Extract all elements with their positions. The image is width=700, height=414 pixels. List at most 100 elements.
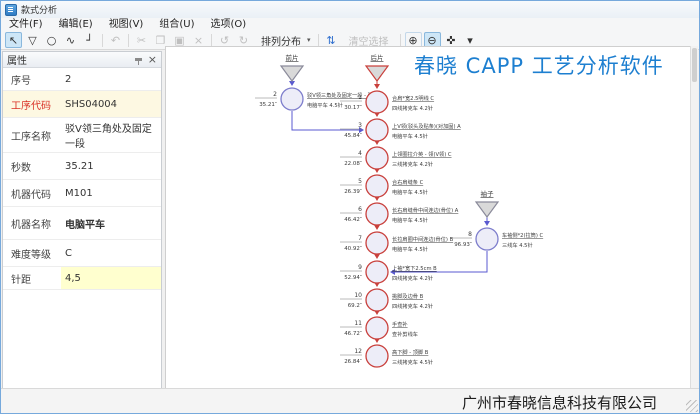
pin-icon[interactable] — [135, 58, 142, 61]
node-seconds: 96.93″ — [454, 242, 472, 248]
property-row-1[interactable]: 工序代码SHS04004 — [3, 91, 161, 118]
node-machine: 三线拷克车 4.2针 — [392, 160, 433, 168]
node-seconds: 26.84″ — [344, 359, 362, 365]
property-grid: 序号2工序代码SHS04004工序名称驳V领三角处及固定一段秒数35.21机器代… — [3, 68, 161, 290]
node-number: 9 — [358, 264, 362, 271]
property-value[interactable]: 35.21 — [61, 153, 161, 179]
close-icon[interactable]: × — [148, 55, 157, 65]
property-row-0[interactable]: 序号2 — [3, 68, 161, 91]
node-seconds: 35.21″ — [259, 102, 277, 108]
node-seconds: 40.92″ — [344, 246, 362, 252]
process-node-11[interactable] — [366, 317, 388, 339]
process-node-7[interactable] — [366, 232, 388, 254]
app-window: 款式分析 文件(F)编辑(E)视图(V)组合(U)选项(O) ↖▽○∿┘↶✂❐▣… — [0, 0, 700, 414]
circle-tool-icon[interactable]: ○ — [43, 32, 60, 48]
process-node-5[interactable] — [366, 175, 388, 197]
node-process-name: 上V领(驳头及贴条)(对加固) A — [392, 122, 461, 130]
app-icon — [5, 4, 17, 16]
triangle-tool-icon[interactable]: ▽ — [24, 32, 41, 48]
menu-item-4[interactable]: 选项(O) — [202, 18, 254, 31]
property-label: 机器名称 — [3, 207, 61, 239]
branch-label-back: 后片 — [371, 53, 384, 62]
property-row-5[interactable]: 机器名称电脑平车 — [3, 207, 161, 240]
property-value[interactable]: 驳V领三角处及固定一段 — [61, 118, 161, 152]
material-triangle-front[interactable] — [281, 66, 303, 81]
node-machine: 电脑平车 4.5针 — [392, 216, 428, 224]
status-bar: 广州市春晓信息科技有限公司 — [1, 388, 699, 413]
node-number: 7 — [358, 235, 362, 242]
property-value[interactable]: C — [61, 240, 161, 266]
node-number: 12 — [354, 348, 362, 355]
property-row-4[interactable]: 机器代码M101 — [3, 180, 161, 207]
resize-grip[interactable] — [686, 400, 698, 412]
node-process-name: 挑脚及边骨 B — [392, 292, 424, 300]
flow-elbow-edge — [292, 111, 363, 130]
property-value[interactable]: 电脑平车 — [61, 207, 161, 239]
node-machine: 电脑平车 4.5针 — [392, 188, 428, 196]
menu-item-3[interactable]: 组合(U) — [151, 18, 202, 31]
select-tool-icon[interactable]: ↖ — [5, 32, 22, 48]
node-seconds: 46.72″ — [344, 331, 362, 337]
node-seconds: 52.94″ — [344, 275, 362, 281]
material-triangle-back[interactable] — [366, 66, 388, 81]
toolbar-separator — [102, 34, 103, 47]
property-row-6[interactable]: 难度等级C — [3, 240, 161, 267]
material-triangle-sleeve[interactable] — [476, 202, 498, 217]
branch-label-sleeve: 袖子 — [481, 189, 495, 198]
process-node-9[interactable] — [366, 261, 388, 283]
node-process-name: 高下脚 - 顶脚 B — [392, 348, 429, 356]
menu-bar: 文件(F)编辑(E)视图(V)组合(U)选项(O) — [1, 18, 699, 31]
property-value[interactable]: 4,5 — [61, 267, 161, 289]
diagram-canvas[interactable]: 春晓 CAPP 工艺分析软件 前片后片袖子235.21″驳V领三角处及固定一段 … — [165, 46, 692, 390]
node-process-name: 合右肩缝条 C — [392, 178, 424, 186]
process-node-1[interactable] — [366, 91, 388, 113]
property-label: 工序名称 — [3, 118, 61, 152]
connector-tool-icon[interactable]: ┘ — [81, 32, 98, 48]
property-row-3[interactable]: 秒数35.21 — [3, 153, 161, 180]
property-label: 序号 — [3, 68, 61, 90]
branch-label-front: 前片 — [286, 53, 299, 62]
process-node-12[interactable] — [366, 345, 388, 367]
node-number: 4 — [358, 150, 362, 157]
node-process-name: 手查补 — [392, 320, 408, 328]
property-label: 秒数 — [3, 153, 61, 179]
property-label: 难度等级 — [3, 240, 61, 266]
properties-panel-header: 属性 × — [3, 52, 161, 68]
node-process-name: 长拉肩圈中间连边(骨位) B — [392, 235, 454, 243]
node-process-name: 上领圈拉介英 - 领(V领) C — [392, 150, 452, 158]
node-machine: 四线拷克车 4.2针 — [392, 104, 433, 112]
menu-item-2[interactable]: 视图(V) — [101, 18, 152, 31]
vertical-scrollbar[interactable] — [690, 46, 698, 390]
property-label: 针距 — [3, 267, 61, 289]
node-number: 8 — [468, 231, 472, 238]
node-machine: 四线拷克车 4.2针 — [392, 302, 433, 310]
process-node-2[interactable] — [281, 88, 303, 110]
menu-item-0[interactable]: 文件(F) — [1, 18, 51, 31]
curve-tool-icon[interactable]: ∿ — [62, 32, 79, 48]
node-seconds: 26.39″ — [344, 189, 362, 195]
scrollbar-thumb[interactable] — [692, 48, 697, 82]
node-seconds: 46.42″ — [344, 217, 362, 223]
property-row-2[interactable]: 工序名称驳V领三角处及固定一段 — [3, 118, 161, 153]
node-number: 6 — [358, 206, 362, 213]
property-value[interactable]: 2 — [61, 68, 161, 90]
process-node-6[interactable] — [366, 203, 388, 225]
properties-panel-title: 属性 — [7, 52, 27, 67]
app-watermark: 春晓 CAPP 工艺分析软件 — [414, 50, 664, 80]
node-machine: 电脑平车 4.5针 — [392, 132, 428, 140]
property-row-7[interactable]: 针距4,5 — [3, 267, 161, 290]
property-value[interactable]: M101 — [61, 180, 161, 206]
company-name: 广州市春晓信息科技有限公司 — [462, 392, 657, 413]
process-node-10[interactable] — [366, 289, 388, 311]
menu-item-1[interactable]: 编辑(E) — [51, 18, 101, 31]
process-node-8[interactable] — [476, 228, 498, 250]
property-value[interactable]: SHS04004 — [61, 91, 161, 117]
node-machine: 查补剪线车 — [392, 330, 418, 338]
node-machine: 电脑平车 4.5针 — [307, 101, 343, 109]
node-seconds: 22.08″ — [344, 161, 362, 167]
window-title: 款式分析 — [21, 3, 57, 16]
property-label: 机器代码 — [3, 180, 61, 206]
process-node-4[interactable] — [366, 147, 388, 169]
toolbar-separator — [211, 34, 212, 47]
process-node-3[interactable] — [366, 119, 388, 141]
